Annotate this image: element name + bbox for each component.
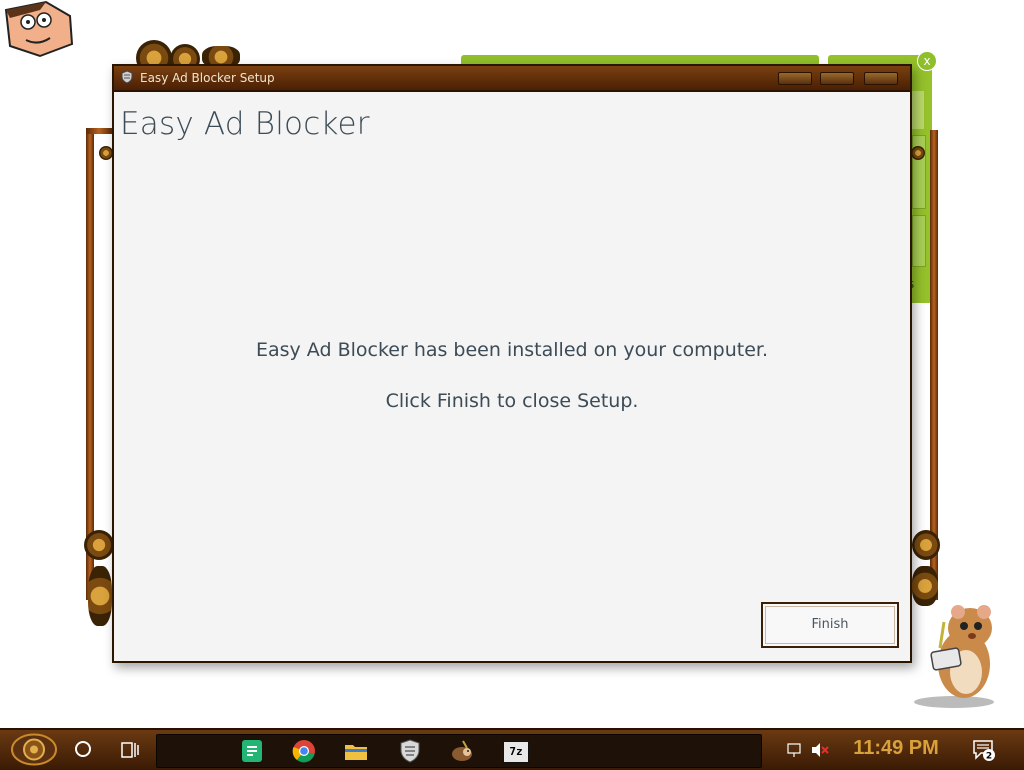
7zip-icon[interactable]: 7z: [503, 741, 529, 763]
file-explorer-icon[interactable]: [343, 738, 369, 764]
system-tray[interactable]: [780, 736, 840, 764]
cortana-search-icon[interactable]: [68, 734, 98, 764]
gear-icon: [88, 566, 112, 626]
spreadsheet-icon[interactable]: [239, 738, 265, 764]
gear-icon: [99, 146, 113, 160]
gear-icon: [911, 146, 925, 160]
taskbar: 7z 11:49 PM 2: [0, 728, 1024, 770]
finish-button[interactable]: Finish: [761, 602, 899, 648]
hamster-mascot-icon[interactable]: [910, 598, 1006, 710]
install-complete-message: Easy Ad Blocker has been installed on yo…: [255, 339, 769, 361]
setup-titlebar[interactable]: Easy Ad Blocker Setup: [114, 66, 910, 92]
background-window-tab: [912, 215, 926, 267]
notification-center-icon[interactable]: 2: [972, 738, 996, 762]
taskbar-clock[interactable]: 11:49 PM: [840, 737, 952, 760]
desktop: s x Easy Ad Blocker Setup: [0, 0, 1024, 728]
setup-window: Easy Ad Blocker Setup Easy Ad Blocker Ea…: [112, 64, 912, 663]
notification-count: 2: [986, 752, 992, 762]
background-window-tab: [912, 91, 924, 129]
finish-instruction-message: Click Finish to close Setup.: [385, 390, 639, 412]
shield-icon[interactable]: [397, 738, 423, 764]
shield-icon: [121, 70, 133, 84]
finish-button-focus-ring: [765, 606, 895, 644]
chrome-icon[interactable]: [291, 738, 317, 764]
gear-icon: [84, 530, 114, 560]
frame-pipe-right: [930, 130, 938, 600]
maximize-button[interactable]: [820, 72, 854, 85]
frame-pipe-top-left: [86, 128, 112, 134]
gear-icon: [912, 530, 940, 560]
taskbar-app-area: 7z: [156, 734, 762, 768]
avatar-cartoon-icon[interactable]: [0, 0, 76, 58]
start-button[interactable]: [10, 733, 58, 766]
setup-window-title: Easy Ad Blocker Setup: [140, 71, 275, 85]
task-view-icon[interactable]: [116, 736, 144, 764]
hedgehog-app-icon[interactable]: [449, 738, 475, 764]
frame-pipe-left: [86, 130, 94, 600]
close-button[interactable]: [864, 72, 898, 85]
minimize-button[interactable]: [778, 72, 812, 85]
background-window-close-button[interactable]: x: [917, 51, 937, 71]
setup-heading: Easy Ad Blocker: [120, 106, 370, 142]
